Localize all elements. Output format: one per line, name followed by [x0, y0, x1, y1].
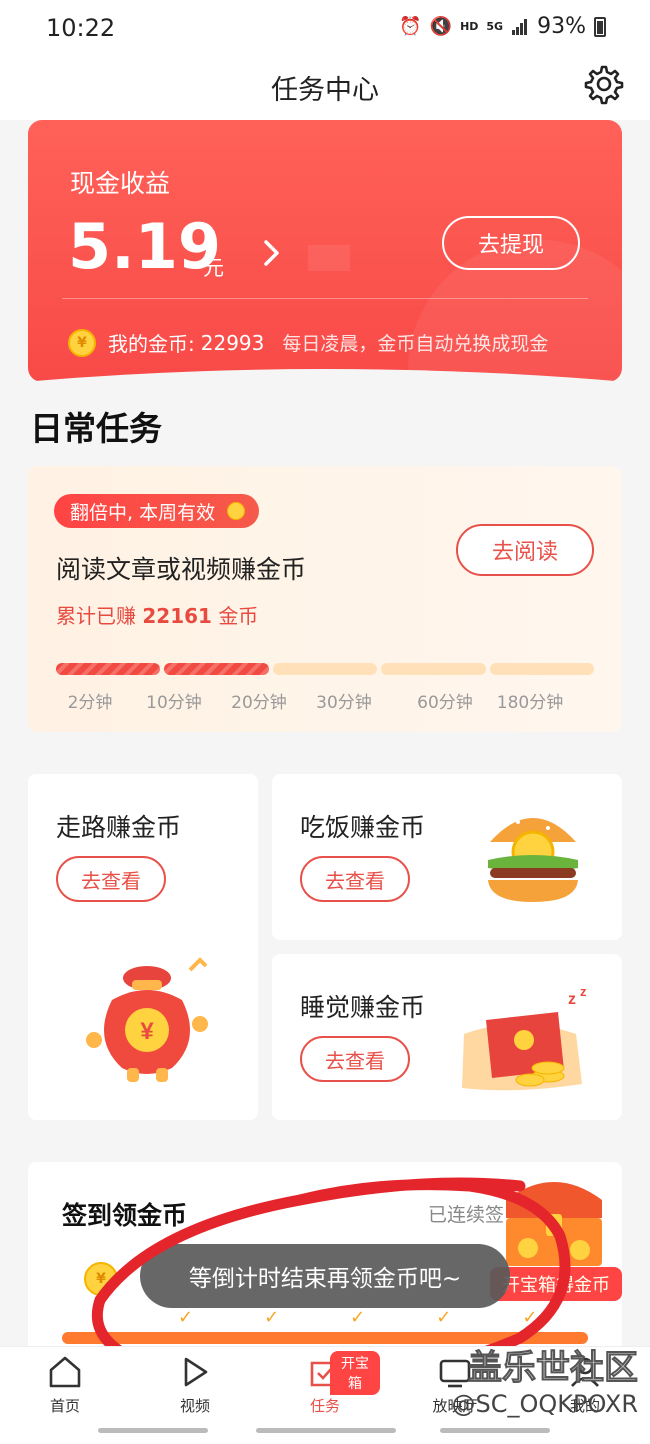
money-bag-icon: ¥	[86, 957, 208, 1082]
progress-segment	[489, 663, 595, 675]
progress-tick: 10分钟	[146, 693, 202, 713]
eat-task-title: 吃饭赚金币	[300, 813, 426, 842]
nav-label: 视频	[179, 1397, 210, 1415]
toast-message: 等倒计时结束再领金币吧~	[140, 1244, 510, 1308]
reading-progress-bar	[56, 663, 595, 675]
progress-tick: 180分钟	[496, 693, 564, 713]
home-indicator	[256, 1428, 396, 1433]
nav-video[interactable]: 视频	[140, 1355, 250, 1425]
earned-suffix: 金币	[218, 604, 259, 628]
cash-label: 现金收益	[70, 169, 171, 198]
chevron-right-icon[interactable]	[262, 238, 282, 268]
app-header: 任务中心	[0, 58, 650, 120]
earned-prefix: 累计已赚	[56, 604, 136, 628]
coin-note: 每日凌晨，金币自动兑换成现金	[282, 333, 549, 355]
nav-task[interactable]: 开宝箱 任务	[270, 1351, 380, 1425]
watermark: 盖乐世社区	[468, 1348, 639, 1389]
mute-icon: 🔇	[429, 16, 453, 37]
walk-task-card: 走路赚金币 去查看 ¥	[28, 774, 258, 1120]
read-task-card: 翻倍中, 本周有效 阅读文章或视频赚金币 累计已赚 22161 金币 去阅读 2…	[28, 466, 622, 732]
progress-segment	[381, 663, 486, 675]
coin-value: 22993	[200, 330, 265, 355]
walk-task-title: 走路赚金币	[56, 813, 182, 842]
open-chest-badge: 开宝箱	[330, 1351, 380, 1395]
cash-amount[interactable]: 5.19	[68, 210, 221, 283]
home-indicator	[98, 1428, 208, 1433]
withdraw-button[interactable]: 去提现	[442, 216, 580, 270]
home-icon	[49, 1356, 81, 1388]
coin-icon	[227, 502, 246, 520]
pillow-envelope-icon: z z	[462, 984, 587, 1091]
status-icons: ⏰ 🔇 HD 5G 93%	[399, 14, 606, 39]
burger-icon	[488, 814, 578, 902]
cash-earnings-card: 现金收益 5.19 元 去提现 ¥ 我的金币: 22993 每日凌晨，金币自动兑…	[28, 120, 622, 382]
svg-text:z: z	[568, 991, 576, 1008]
network-5g-indicator: 5G	[486, 20, 504, 33]
divider	[62, 298, 588, 299]
play-icon	[184, 1357, 208, 1387]
progress-tick: 20分钟	[231, 693, 287, 713]
svg-text:¥: ¥	[140, 1018, 154, 1045]
coin-icon: ¥	[68, 328, 96, 357]
alarm-icon: ⏰	[399, 16, 422, 37]
signal-icon	[512, 18, 528, 35]
sleep-view-button[interactable]: 去查看	[300, 1036, 410, 1082]
go-read-button[interactable]: 去阅读	[456, 524, 594, 576]
my-coins-row: ¥ 我的金币: 22993 每日凌晨，金币自动兑换成现金	[68, 328, 548, 357]
sleep-task-card: 睡觉赚金币 去查看 z z	[272, 954, 622, 1120]
double-badge: 翻倍中, 本周有效	[54, 494, 260, 528]
nav-label: 首页	[49, 1397, 80, 1415]
coin-label: 我的金币:	[108, 332, 195, 356]
badge-label: 翻倍中, 本周有效	[70, 501, 216, 524]
battery-percent: 93%	[537, 14, 586, 39]
progress-tick: 60分钟	[417, 693, 473, 713]
nav-home[interactable]: 首页	[10, 1355, 120, 1425]
signin-consecutive: 已连续签	[428, 1204, 505, 1226]
progress-segment	[272, 663, 378, 675]
signin-checks: ✓✓✓✓✓	[178, 1307, 609, 1328]
wave-divider	[0, 369, 650, 402]
page-title: 任务中心	[271, 75, 379, 106]
read-task-title: 阅读文章或视频赚金币	[56, 555, 307, 584]
nav-label: 任务	[309, 1397, 340, 1415]
signin-title: 签到领金币	[62, 1201, 188, 1230]
progress-tick: 30分钟	[316, 693, 372, 713]
svg-text:z: z	[580, 984, 587, 999]
earned-summary: 累计已赚 22161 金币	[56, 600, 258, 629]
treasure-chest-icon[interactable]	[498, 1170, 610, 1270]
status-time: 10:22	[46, 14, 116, 42]
watermark-handle: @SC_OQKPOXR	[451, 1390, 638, 1418]
screen-icon	[439, 1359, 471, 1388]
progress-segment	[56, 663, 161, 675]
earned-value: 22161	[142, 604, 212, 628]
status-bar: 10:22 ⏰ 🔇 HD 5G 93%	[0, 0, 650, 58]
card-decoration	[308, 245, 350, 271]
battery-icon	[594, 16, 606, 37]
progress-tick: 2分钟	[67, 693, 113, 713]
eat-task-card: 吃饭赚金币 去查看	[272, 774, 622, 940]
walk-view-button[interactable]: 去查看	[56, 856, 166, 902]
hd-indicator: HD	[460, 20, 479, 33]
progress-ticks: 2分钟 10分钟 20分钟 30分钟 60分钟 180分钟	[56, 688, 594, 713]
sleep-task-title: 睡觉赚金币	[300, 993, 426, 1022]
eat-view-button[interactable]: 去查看	[300, 856, 410, 902]
coin-icon: ¥	[84, 1262, 118, 1296]
section-title: 日常任务	[30, 409, 162, 448]
cash-unit: 元	[203, 256, 224, 280]
progress-segment	[164, 663, 269, 675]
gear-icon[interactable]	[582, 62, 626, 106]
home-indicator	[440, 1428, 550, 1433]
